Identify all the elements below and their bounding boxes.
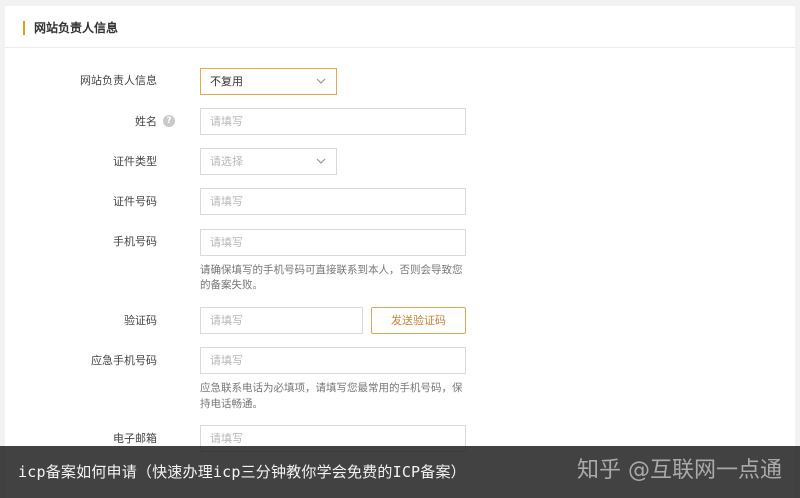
cert-no-label: 证件号码 <box>113 195 157 208</box>
section-header: 网站负责人信息 <box>5 6 795 48</box>
phone-hint-line2: 的备案失败。 <box>200 279 263 291</box>
chevron-down-icon <box>316 78 326 84</box>
section-accent-bar <box>23 21 25 35</box>
section-title: 网站负责人信息 <box>34 21 119 35</box>
cert-type-placeholder: 请选择 <box>210 155 243 168</box>
code-placeholder: 请填写 <box>210 314 243 327</box>
name-input[interactable]: 请填写 <box>200 108 466 135</box>
emergency-hint-line1: 应急联系电话为必填项，请填写您最常用的手机号码，保 <box>200 382 463 394</box>
emergency-phone-placeholder: 请填写 <box>210 354 243 367</box>
form-card: 网站负责人信息 网站负责人信息 不复用 姓名 ? 请填写 证件类型 请选择 证件… <box>5 6 795 498</box>
phone-input[interactable]: 请填写 <box>200 229 466 256</box>
emergency-hint-line2: 持电话畅通。 <box>200 398 263 410</box>
emergency-phone-input[interactable]: 请填写 <box>200 347 466 374</box>
emergency-phone-label: 应急手机号码 <box>91 354 157 367</box>
cert-no-placeholder: 请填写 <box>210 195 243 208</box>
email-placeholder: 请填写 <box>210 432 243 445</box>
cert-no-input[interactable]: 请填写 <box>200 188 466 215</box>
page: 网站负责人信息 网站负责人信息 不复用 姓名 ? 请填写 证件类型 请选择 证件… <box>0 0 800 498</box>
cert-type-label: 证件类型 <box>113 155 157 168</box>
caption-text: icp备案如何申请（快速办理icp三分钟教你学会免费的ICP备案） <box>18 463 466 481</box>
chevron-down-icon <box>316 158 326 164</box>
code-label: 验证码 <box>124 314 157 327</box>
name-label: 姓名 <box>135 115 157 128</box>
reuse-label: 网站负责人信息 <box>80 74 157 87</box>
reuse-select-value: 不复用 <box>210 75 243 88</box>
phone-label: 手机号码 <box>113 235 157 248</box>
send-code-button[interactable]: 发送验证码 <box>371 307 466 334</box>
caption-bar: icp备案如何申请（快速办理icp三分钟教你学会免费的ICP备案） 知乎 @互联… <box>0 446 800 498</box>
phone-placeholder: 请填写 <box>210 236 243 249</box>
help-icon[interactable]: ? <box>163 115 175 127</box>
cert-type-select[interactable]: 请选择 <box>200 148 337 175</box>
phone-hint-line1: 请确保填写的手机号码可直接联系到本人，否则会导致您 <box>200 264 463 276</box>
code-input[interactable]: 请填写 <box>200 307 363 334</box>
reuse-select[interactable]: 不复用 <box>200 68 337 95</box>
watermark: 知乎 @互联网一点通 <box>577 458 782 483</box>
name-input-placeholder: 请填写 <box>210 115 243 128</box>
email-label: 电子邮箱 <box>113 432 157 445</box>
